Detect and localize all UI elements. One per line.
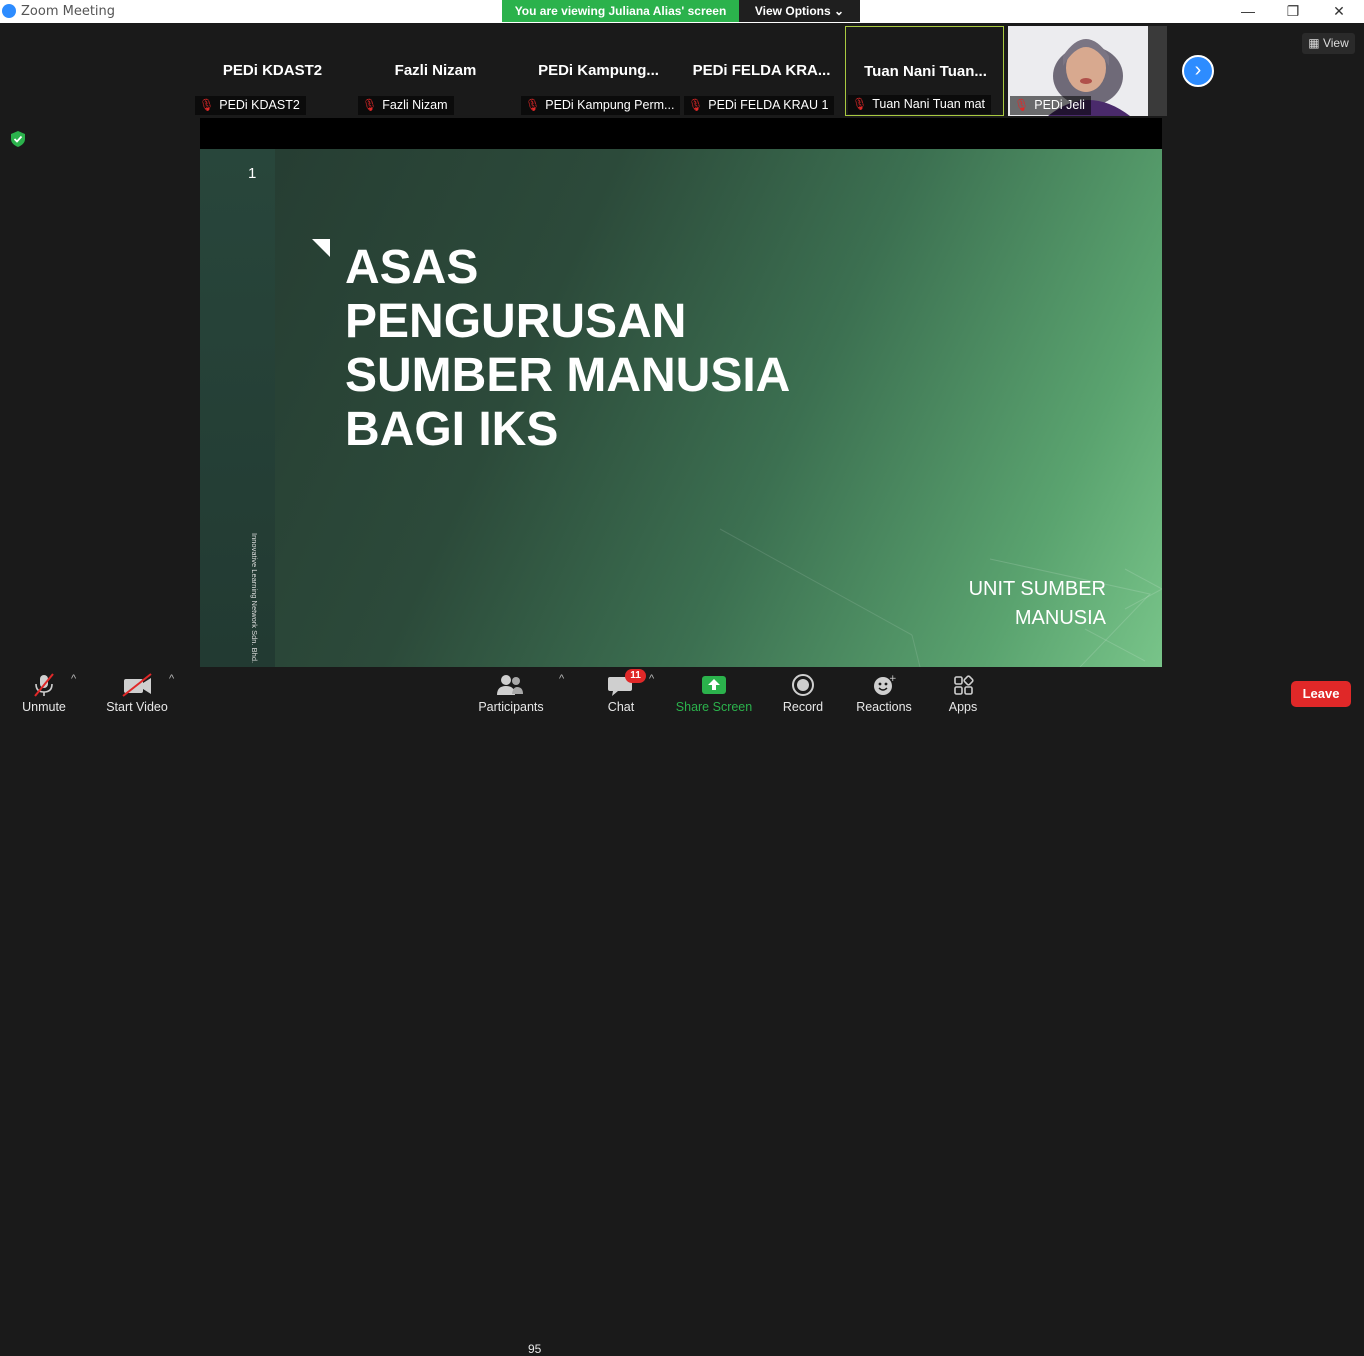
chevron-right-icon: › (1194, 59, 1202, 81)
participant-name: PEDi FELDA KRA... (692, 62, 831, 79)
chat-unread-badge: 11 (625, 669, 646, 683)
mic-muted-icon: 🎙 (199, 98, 215, 112)
shared-screen-top-bar (200, 118, 1162, 149)
participant-label: 🎙 PEDi Kampung Perm... (521, 96, 681, 115)
participant-tile[interactable]: PEDi KDAST2 🎙 PEDi KDAST2 (193, 26, 352, 116)
record-button[interactable]: Record (776, 667, 830, 717)
reactions-label: Reactions (856, 700, 912, 714)
slide-page-number: 1 (248, 165, 257, 182)
zoom-logo-icon (2, 4, 16, 18)
view-options-button[interactable]: View Options ⌄ (739, 0, 860, 22)
participant-label-text: PEDi FELDA KRAU 1 (708, 98, 829, 112)
leave-button[interactable]: Leave (1291, 681, 1351, 707)
view-options-label: View Options (754, 4, 831, 18)
participant-video-tile[interactable]: 🎙 PEDi Jeli (1008, 26, 1167, 116)
record-label: Record (782, 700, 824, 714)
audio-options-caret[interactable]: ^ (71, 673, 76, 685)
participant-label-text: PEDi Jeli (1034, 98, 1085, 112)
participant-tile[interactable]: PEDi FELDA KRA... 🎙 PEDi FELDA KRAU 1 (682, 26, 841, 116)
participant-tile[interactable]: PEDi Kampung... 🎙 PEDi Kampung Perm... (519, 26, 681, 116)
participants-icon (497, 675, 523, 695)
viewing-screen-text: You are viewing Juliana Alias' screen (502, 0, 739, 22)
participant-name: PEDi Kampung... (538, 62, 659, 79)
participant-tile[interactable]: Fazli Nizam 🎙 Fazli Nizam (356, 26, 515, 116)
close-window-button[interactable]: ✕ (1316, 0, 1362, 23)
participant-label-text: PEDi KDAST2 (219, 98, 300, 112)
participant-label-text: PEDi Kampung Perm... (545, 98, 675, 112)
reactions-icon: + (874, 674, 897, 695)
grid-icon: ▦ (1308, 36, 1320, 50)
reactions-button[interactable]: + Reactions (853, 667, 915, 717)
slide-corner-mark (312, 239, 330, 257)
participant-label: 🎙 Tuan Nani Tuan mat (848, 95, 992, 114)
start-video-label: Start Video (106, 700, 168, 714)
mic-muted-icon: 🎙 (362, 98, 378, 112)
shared-screen-slide: 1 Innovative Learning Network Sdn. Bhd. … (200, 149, 1162, 667)
participant-label: 🎙 PEDi KDAST2 (195, 96, 306, 115)
participant-label: 🎙 PEDi Jeli (1010, 96, 1091, 115)
start-video-button[interactable]: Start Video (101, 667, 173, 717)
slide-title-line: PENGURUSAN (345, 295, 687, 348)
participant-label-text: Tuan Nani Tuan mat (872, 97, 986, 111)
participant-name: PEDi KDAST2 (222, 62, 323, 79)
slide-subtitle-line: UNIT SUMBER (968, 578, 1106, 600)
participant-label: 🎙 Fazli Nizam (358, 96, 454, 115)
slide-vertical-text: Innovative Learning Network Sdn. Bhd. (250, 533, 259, 664)
participant-label-text: Fazli Nizam (382, 98, 448, 112)
view-button-label: View (1322, 36, 1349, 50)
share-screen-button[interactable]: Share Screen (674, 667, 754, 717)
maximize-button[interactable]: ❐ (1270, 0, 1316, 23)
chat-options-caret[interactable]: ^ (649, 673, 654, 685)
slide-title: ASAS PENGURUSAN SUMBER MANUSIA BAGI IKS (345, 241, 905, 457)
minimize-button[interactable]: — (1225, 0, 1271, 23)
unmute-label: Unmute (22, 700, 66, 714)
svg-text:+: + (889, 674, 897, 684)
window-title: Zoom Meeting (21, 4, 116, 19)
next-page-button[interactable]: › (1182, 55, 1214, 87)
slide-subtitle: UNIT SUMBER MANUSIA (940, 575, 1106, 633)
apps-label: Apps (948, 700, 978, 714)
unmute-button[interactable]: Unmute (14, 667, 74, 717)
participants-label: Participants (478, 700, 544, 714)
screen-share-banner: You are viewing Juliana Alias' screen Vi… (502, 0, 860, 22)
mic-muted-icon (34, 673, 54, 697)
share-screen-label: Share Screen (675, 700, 753, 714)
mic-muted-icon: 🎙 (525, 98, 541, 112)
video-off-icon (122, 673, 152, 697)
participant-name: Fazli Nizam (394, 62, 477, 79)
slide-subtitle-line: MANUSIA (1014, 607, 1106, 629)
apps-button[interactable]: Apps (939, 667, 987, 717)
participants-button[interactable]: Participants (476, 667, 546, 717)
mic-muted-icon: 🎙 (688, 98, 704, 112)
security-shield-icon[interactable] (11, 131, 25, 147)
chevron-down-icon: ⌄ (834, 4, 845, 18)
slide-title-line: ASAS (345, 241, 479, 294)
mic-muted-icon: 🎙 (1014, 98, 1030, 112)
slide-title-line: SUMBER MANUSIA (345, 349, 791, 402)
participant-label: 🎙 PEDi FELDA KRAU 1 (684, 96, 835, 115)
participant-tile-active-speaker[interactable]: Tuan Nani Tuan... 🎙 Tuan Nani Tuan mat (845, 26, 1004, 116)
meeting-toolbar: Unmute ^ Start Video ^ Participants 95 ^… (0, 667, 1364, 1356)
participants-count: 95 (528, 1342, 542, 1356)
view-button[interactable]: ▦ View (1302, 33, 1355, 54)
chat-label: Chat (607, 700, 635, 714)
video-options-caret[interactable]: ^ (169, 673, 174, 685)
participants-options-caret[interactable]: ^ (559, 673, 564, 685)
slide-title-line: BAGI IKS (345, 403, 559, 456)
mic-muted-icon: 🎙 (852, 97, 868, 111)
share-screen-icon (702, 676, 726, 694)
record-icon (792, 674, 814, 696)
participant-name: Tuan Nani Tuan... (864, 63, 987, 80)
apps-icon (954, 675, 974, 695)
